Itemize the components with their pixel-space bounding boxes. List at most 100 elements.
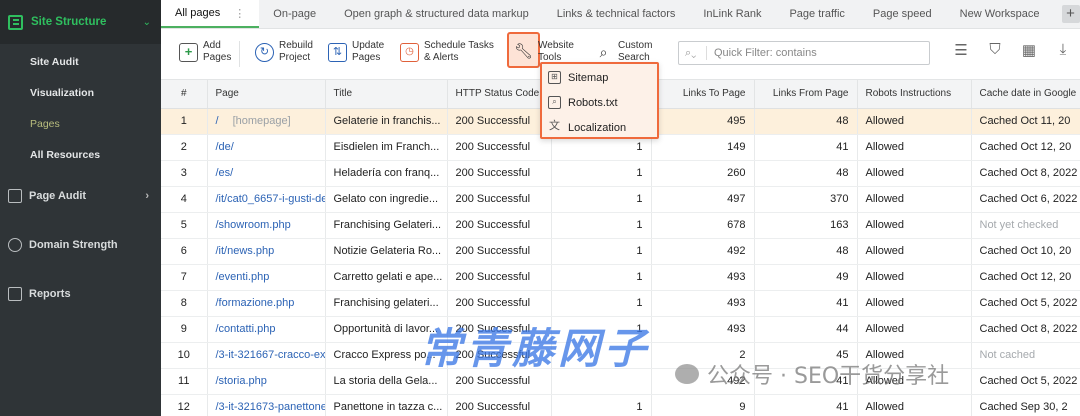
links-to-page-cell: 495 bbox=[651, 108, 755, 135]
row-number-cell: 9 bbox=[161, 316, 208, 343]
sidebar-section-page-audit[interactable]: Page Audit › bbox=[0, 171, 161, 220]
http-status: 200 Successful bbox=[455, 375, 531, 387]
column-header-title[interactable]: Title bbox=[325, 80, 448, 109]
page-title: Gelato con ingredie... bbox=[333, 193, 439, 205]
robots-instructions: Allowed bbox=[865, 297, 905, 309]
cache-date: Cached Oct 11, 20 bbox=[979, 115, 1071, 127]
filter-icon[interactable]: ⛉ bbox=[978, 41, 1012, 59]
sidebar-item-site-audit[interactable]: Site Audit bbox=[0, 47, 161, 78]
page-url: / bbox=[215, 115, 219, 127]
sidebar-item-pages[interactable]: Pages bbox=[0, 109, 161, 140]
add-pages-button[interactable]: + Add Pages bbox=[179, 40, 231, 64]
custom-search-button[interactable]: ⌕ Custom Search bbox=[594, 40, 653, 64]
table-row[interactable]: 4/it/cat0_6657-i-gusti-del Gelato con ing… bbox=[161, 186, 1080, 213]
page-title: Eisdielen im Franch... bbox=[333, 141, 440, 153]
table-row[interactable]: 5/showroom.php Franchising Gelateri... 200… bbox=[161, 212, 1080, 239]
table-row[interactable]: 6/it/news.php Notizie Gelateria Ro... 200 … bbox=[161, 238, 1080, 265]
website-tools-button[interactable]: 🔧︎ Website Tools bbox=[514, 40, 574, 64]
cache-date: Cached Oct 8, 2022 bbox=[979, 323, 1078, 335]
cache-date: Cached Oct 8, 2022 bbox=[979, 167, 1078, 179]
watermark-wechat: 公众号 · SEO干货分享社 bbox=[675, 358, 949, 390]
page-title-cell: Heladería con franq... bbox=[325, 160, 448, 187]
cache-date-cell: Cached Sep 30, 2 bbox=[971, 394, 1080, 416]
quick-filter-input[interactable]: ⌕⌄ Quick Filter: contains bbox=[678, 41, 930, 65]
tab-open-graph[interactable]: Open graph & structured data markup bbox=[330, 0, 543, 28]
export-icon[interactable]: ⤓ bbox=[1046, 41, 1080, 59]
list-view-icon[interactable]: ☰ bbox=[944, 41, 978, 59]
tab-new-workspace[interactable]: New Workspace bbox=[946, 0, 1054, 28]
page-title-cell: Gelaterie in franchis... bbox=[325, 108, 448, 135]
robots-instructions-cell: Allowed bbox=[857, 160, 972, 187]
links-to-page: 493 bbox=[727, 271, 746, 283]
rebuild-project-button[interactable]: ↻ Rebuild Project bbox=[255, 40, 313, 64]
website-tools-dropdown: ⊞ Sitemap ⌕ Robots.txt 文 Localization bbox=[540, 62, 659, 139]
depth: 1 bbox=[636, 271, 643, 283]
tab-all-pages[interactable]: All pages ⋮ bbox=[161, 0, 260, 28]
tab-page-speed[interactable]: Page speed bbox=[859, 0, 946, 28]
links-to-page-cell: 260 bbox=[651, 160, 755, 187]
row-number-cell: 5 bbox=[161, 212, 208, 239]
links-to-page-cell: 493 bbox=[651, 316, 755, 343]
page-url: /contatti.php bbox=[215, 323, 276, 335]
http-status-cell: 200 Successful bbox=[447, 212, 552, 239]
column-header-page[interactable]: Page bbox=[207, 80, 326, 109]
cache-date: Cached Sep 30, 2 bbox=[979, 401, 1068, 413]
cache-date-cell: Cached Oct 5, 2022 bbox=[971, 290, 1080, 317]
menu-item-robots-txt[interactable]: ⌕ Robots.txt bbox=[542, 90, 657, 115]
links-from-page: 49 bbox=[836, 271, 849, 283]
page-title-cell: Franchising gelateri... bbox=[325, 290, 448, 317]
cache-date-cell: Cached Oct 5, 2022 bbox=[971, 368, 1080, 395]
rebuild-label-1: Rebuild bbox=[279, 40, 313, 51]
links-to-page: 493 bbox=[727, 323, 746, 335]
tab-menu-icon[interactable]: ⋮ bbox=[234, 7, 245, 20]
tab-inlink-rank[interactable]: InLink Rank bbox=[689, 0, 775, 28]
sidebar-section-domain-strength[interactable]: Domain Strength bbox=[0, 220, 161, 269]
links-to-page-cell: 492 bbox=[651, 238, 755, 265]
http-status: 200 Successful bbox=[455, 271, 531, 283]
tab-page-traffic[interactable]: Page traffic bbox=[775, 0, 858, 28]
cache-date: Cached Oct 5, 2022 bbox=[979, 297, 1078, 309]
column-header-robots[interactable]: Robots Instructions bbox=[857, 80, 972, 109]
schedule-tasks-button[interactable]: ◷ Schedule Tasks & Alerts bbox=[400, 40, 494, 64]
table-row[interactable]: 12/3-it-321673-panettone- Panettone in ta… bbox=[161, 394, 1080, 416]
watermark-wechat-text: 公众号 · SEO干货分享社 bbox=[707, 364, 950, 389]
depth: 1 bbox=[636, 401, 643, 413]
sidebar-header-site-structure[interactable]: Site Structure ⌄ bbox=[0, 0, 161, 44]
sidebar-section-label: Page Audit bbox=[29, 189, 87, 202]
sidebar-section-reports[interactable]: Reports bbox=[0, 269, 161, 318]
table-row[interactable]: 3/es/Heladería con franq... 200 Successfu… bbox=[161, 160, 1080, 187]
row-number-cell: 12 bbox=[161, 394, 208, 416]
links-to-page: 9 bbox=[739, 401, 746, 413]
table-row[interactable]: 7/eventi.php Carretto gelati e ape... 200 … bbox=[161, 264, 1080, 291]
page-url-cell: / [homepage] bbox=[207, 108, 326, 135]
grid-view-icon[interactable]: ▦ bbox=[1012, 41, 1046, 59]
sidebar-item-visualization[interactable]: Visualization bbox=[0, 78, 161, 109]
table-row[interactable]: 8/formazione.php Franchising gelateri... 2… bbox=[161, 290, 1080, 317]
menu-item-localization[interactable]: 文 Localization bbox=[542, 115, 657, 140]
page-title-cell: Carretto gelati e ape... bbox=[325, 264, 448, 291]
page-title-cell: Gelato con ingredie... bbox=[325, 186, 448, 213]
column-header-cache-date[interactable]: Cache date in Google bbox=[971, 80, 1080, 109]
column-header-links-from-page[interactable]: Links From Page bbox=[754, 80, 858, 109]
depth: 1 bbox=[636, 297, 643, 309]
column-header-http-status[interactable]: HTTP Status Code bbox=[447, 80, 552, 109]
menu-item-sitemap[interactable]: ⊞ Sitemap bbox=[542, 65, 657, 90]
links-from-page-cell: 163 bbox=[754, 212, 858, 239]
robots-instructions-cell: Allowed bbox=[857, 212, 972, 239]
http-status: 200 Successful bbox=[455, 115, 531, 127]
page-url-cell: /es/ bbox=[207, 160, 326, 187]
row-number-cell: 8 bbox=[161, 290, 208, 317]
tab-links-technical[interactable]: Links & technical factors bbox=[543, 0, 690, 28]
sidebar-section-label: Reports bbox=[29, 287, 71, 300]
update-pages-button[interactable]: ⇅ Update Pages bbox=[328, 40, 384, 64]
tab-on-page[interactable]: On-page bbox=[259, 0, 330, 28]
depth-cell: 1 bbox=[551, 160, 652, 187]
row-number-cell: 1 bbox=[161, 108, 208, 135]
column-header-number[interactable]: # bbox=[161, 80, 208, 109]
column-header-links-to-page[interactable]: Links To Page bbox=[651, 80, 755, 109]
cache-date-cell: Not cached bbox=[971, 342, 1080, 369]
links-to-page-cell: 497 bbox=[651, 186, 755, 213]
sidebar-item-all-resources[interactable]: All Resources bbox=[0, 140, 161, 171]
add-tab-button[interactable]: + bbox=[1061, 5, 1080, 23]
robots-instructions: Allowed bbox=[865, 115, 905, 127]
